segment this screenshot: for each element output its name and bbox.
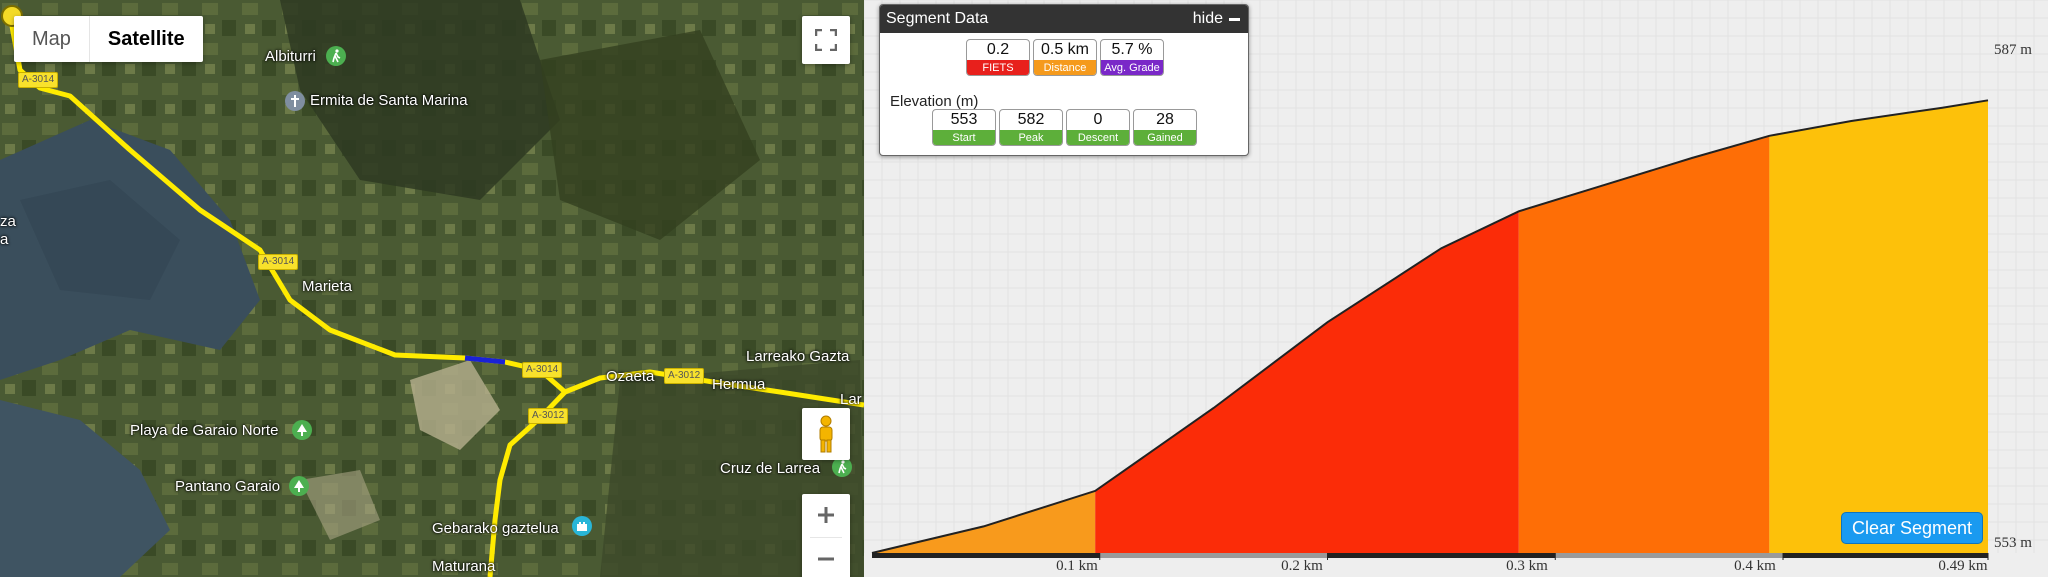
pegman-icon xyxy=(819,415,833,453)
road-shield: A-3014 xyxy=(258,254,299,270)
street-view-pegman-button[interactable] xyxy=(802,408,850,460)
stat-start: 553 Start xyxy=(932,109,996,146)
x-tick-label: 0.4 km xyxy=(1734,558,1776,574)
grade-band xyxy=(1769,100,1988,554)
stat-value: 582 xyxy=(1017,111,1045,128)
stat-label: Distance xyxy=(1034,60,1096,75)
place-label[interactable]: Playa de Garaio Norte xyxy=(130,422,278,439)
zoom-out-button[interactable] xyxy=(802,538,850,577)
segment-data-panel: Segment Data hide 0.2 FIETS 0.5 km Dista… xyxy=(879,4,1249,156)
place-label[interactable]: Lar xyxy=(840,391,862,408)
road-shield: A-3014 xyxy=(522,362,563,378)
grade-bands xyxy=(872,100,1988,554)
road-shield: A-3012 xyxy=(664,368,705,384)
place-label[interactable]: za xyxy=(0,213,16,230)
place-label[interactable]: a xyxy=(0,231,8,248)
park-icon[interactable] xyxy=(292,420,312,440)
stat-value: 0.5 km xyxy=(1040,41,1089,58)
elevation-stats: 553 Start 582 Peak 0 Descent 28 Gained xyxy=(932,109,1197,146)
stat-label: FIETS xyxy=(967,60,1029,75)
zoom-in-button[interactable] xyxy=(802,494,850,536)
map-type-control: Map Satellite xyxy=(14,16,203,62)
map-type-map-button[interactable]: Map xyxy=(14,16,89,62)
stat-label: Avg. Grade xyxy=(1101,60,1163,75)
segment-data-header: Segment Data hide xyxy=(880,5,1248,33)
x-tick-label: 0.2 km xyxy=(1281,558,1323,574)
x-axis xyxy=(872,553,1989,560)
map-view[interactable]: Map Satellite Albiturri Ermita de Santa … xyxy=(0,0,864,577)
castle-icon[interactable] xyxy=(572,516,592,536)
place-label[interactable]: Maturana xyxy=(432,558,495,575)
y-tick-label: 553 m xyxy=(1994,535,2032,551)
plus-icon xyxy=(818,507,834,523)
hiking-icon[interactable] xyxy=(326,46,346,66)
clear-segment-button[interactable]: Clear Segment xyxy=(1841,512,1984,544)
map-type-satellite-button[interactable]: Satellite xyxy=(88,16,203,62)
hiking-icon[interactable] xyxy=(832,457,852,477)
segment-data-title: Segment Data xyxy=(886,10,989,27)
app-root: Map Satellite Albiturri Ermita de Santa … xyxy=(0,0,2048,577)
fullscreen-icon xyxy=(815,29,837,51)
x-tick-label: 0.1 km xyxy=(1056,558,1098,574)
stat-value: 0 xyxy=(1093,111,1103,128)
x-tick-label: 0.3 km xyxy=(1506,558,1548,574)
place-label[interactable]: Marieta xyxy=(302,278,352,295)
stat-label: Start xyxy=(933,130,995,145)
hide-button[interactable]: hide xyxy=(1193,10,1240,28)
place-label[interactable]: Larreako Gazta xyxy=(746,348,849,365)
y-tick-label: 587 m xyxy=(1994,42,2032,58)
road-shield: A-3012 xyxy=(528,408,569,424)
stat-label: Gained xyxy=(1134,130,1196,145)
stat-fiets: 0.2 FIETS xyxy=(966,39,1030,76)
stat-peak: 582 Peak xyxy=(999,109,1063,146)
place-label[interactable]: Hermua xyxy=(712,376,765,393)
place-label[interactable]: Albiturri xyxy=(265,48,316,65)
stat-value: 0.2 xyxy=(986,41,1010,58)
stat-label: Descent xyxy=(1067,130,1129,145)
stat-value: 5.7 % xyxy=(1111,41,1153,58)
park-icon[interactable] xyxy=(289,476,309,496)
stat-gained: 28 Gained xyxy=(1133,109,1197,146)
fullscreen-button[interactable] xyxy=(802,16,850,64)
minus-icon xyxy=(1229,17,1240,21)
stat-distance: 0.5 km Distance xyxy=(1033,39,1097,76)
x-tick-label: 0.49 km xyxy=(1938,558,1988,574)
stat-value: 28 xyxy=(1156,111,1174,128)
place-label[interactable]: Pantano Garaio xyxy=(175,478,280,495)
grade-band xyxy=(1095,211,1519,554)
place-label[interactable]: Ermita de Santa Marina xyxy=(310,92,468,109)
stat-value: 553 xyxy=(950,111,978,128)
elevation-title: Elevation (m) xyxy=(890,93,979,110)
road-shield: A-3014 xyxy=(18,72,59,88)
place-label[interactable]: Gebarako gaztelua xyxy=(432,520,559,537)
stat-label: Peak xyxy=(1000,130,1062,145)
satellite-imagery[interactable] xyxy=(0,0,864,577)
church-icon[interactable] xyxy=(285,91,305,111)
place-label[interactable]: Cruz de Larrea xyxy=(720,460,820,477)
stat-descent: 0 Descent xyxy=(1066,109,1130,146)
place-label[interactable]: Ozaeta xyxy=(606,368,654,385)
stat-avg-grade: 5.7 % Avg. Grade xyxy=(1100,39,1164,76)
zoom-control xyxy=(802,494,850,577)
hide-label: hide xyxy=(1192,10,1223,27)
minus-icon xyxy=(818,557,834,561)
segment-stats: 0.2 FIETS 0.5 km Distance 5.7 % Avg. Gra… xyxy=(966,39,1164,76)
